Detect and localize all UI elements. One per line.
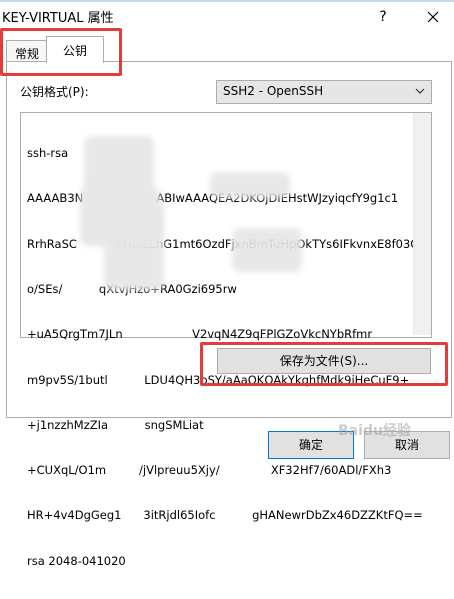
key-line: +uA5QrgTm7JLn V2vqN4Z9qFPlGZoVkcNYbRfmr [27, 327, 373, 342]
redaction-blur [232, 228, 302, 272]
key-format-label: 公钥格式(P): [20, 85, 89, 99]
tab-general[interactable]: 常规 [6, 40, 48, 61]
tab-public-key[interactable]: 公钥 [46, 36, 104, 63]
key-line: +CUXqL/O1m /jVlpreuu5Xjy/ XF32Hf7/60ADl/… [27, 463, 392, 478]
redaction-blur [104, 200, 164, 290]
redaction-blur [84, 136, 154, 192]
help-button[interactable]: ? [370, 4, 396, 30]
key-line: m9pv5S/1butl LDU4QH3bSY/aAaQKQAkYkqhfMdk… [27, 372, 410, 387]
key-line: rsa 2048-041020 [27, 553, 126, 568]
key-format-select[interactable]: SSH2 - OpenSSH [216, 80, 432, 104]
title-bar: KEY-VIRTUAL 属性 ? [0, 2, 454, 30]
watermark: Baidu经验 [338, 423, 411, 439]
tab-public-key-label: 公钥 [62, 44, 87, 58]
key-line: HR+4v4DgGeg1 3itRjdl65Iofc gHANewrDbZx46… [27, 508, 423, 523]
close-icon [427, 11, 439, 23]
save-to-file-button[interactable]: 保存为文件(S)... [217, 348, 431, 374]
key-line: o/SEs/ qXtvjHzo+RA0Gzi695rw [27, 282, 237, 297]
tab-general-label: 常规 [14, 47, 39, 61]
chevron-down-icon [415, 88, 425, 94]
vertical-scrollbar[interactable] [413, 113, 431, 335]
key-format-value: SSH2 - OpenSSH [223, 84, 324, 98]
close-button[interactable] [418, 4, 448, 30]
redaction-blur [210, 172, 290, 198]
window-title: KEY-VIRTUAL 属性 [2, 11, 114, 26]
